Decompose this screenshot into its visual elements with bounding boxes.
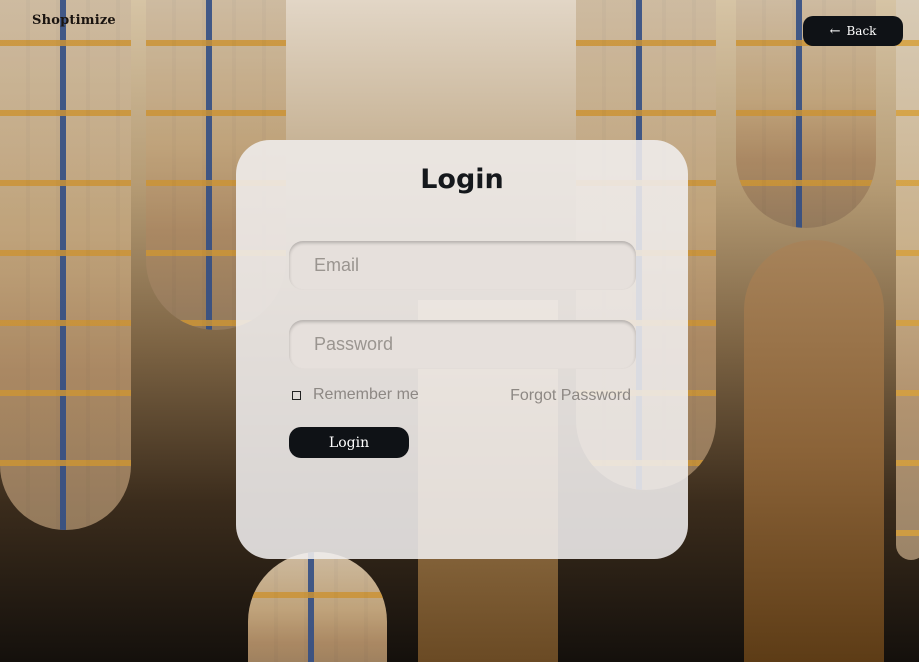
warehouse-image-panel <box>0 0 131 530</box>
brand-logo[interactable]: Shoptimize <box>32 13 116 28</box>
remember-me-checkbox[interactable] <box>292 390 301 400</box>
background-column <box>744 240 884 662</box>
warehouse-image-panel <box>896 0 919 560</box>
back-button-label: Back <box>846 24 877 38</box>
remember-me: Remember me <box>292 386 419 404</box>
forgot-password-link[interactable]: Forgot Password <box>510 387 631 405</box>
login-card: Login Remember me Forgot Password Login <box>236 140 688 559</box>
email-field[interactable] <box>289 241 636 290</box>
background-strip <box>286 0 576 140</box>
password-field[interactable] <box>289 320 636 369</box>
arrow-left-icon: ← <box>829 23 841 39</box>
login-button[interactable]: Login <box>289 427 409 458</box>
login-title: Login <box>420 164 504 195</box>
login-page: Shoptimize ← Back Login Remember me Forg… <box>0 0 919 662</box>
remember-me-label[interactable]: Remember me <box>313 386 419 404</box>
warehouse-image-panel <box>248 552 387 662</box>
back-button[interactable]: ← Back <box>803 16 903 46</box>
